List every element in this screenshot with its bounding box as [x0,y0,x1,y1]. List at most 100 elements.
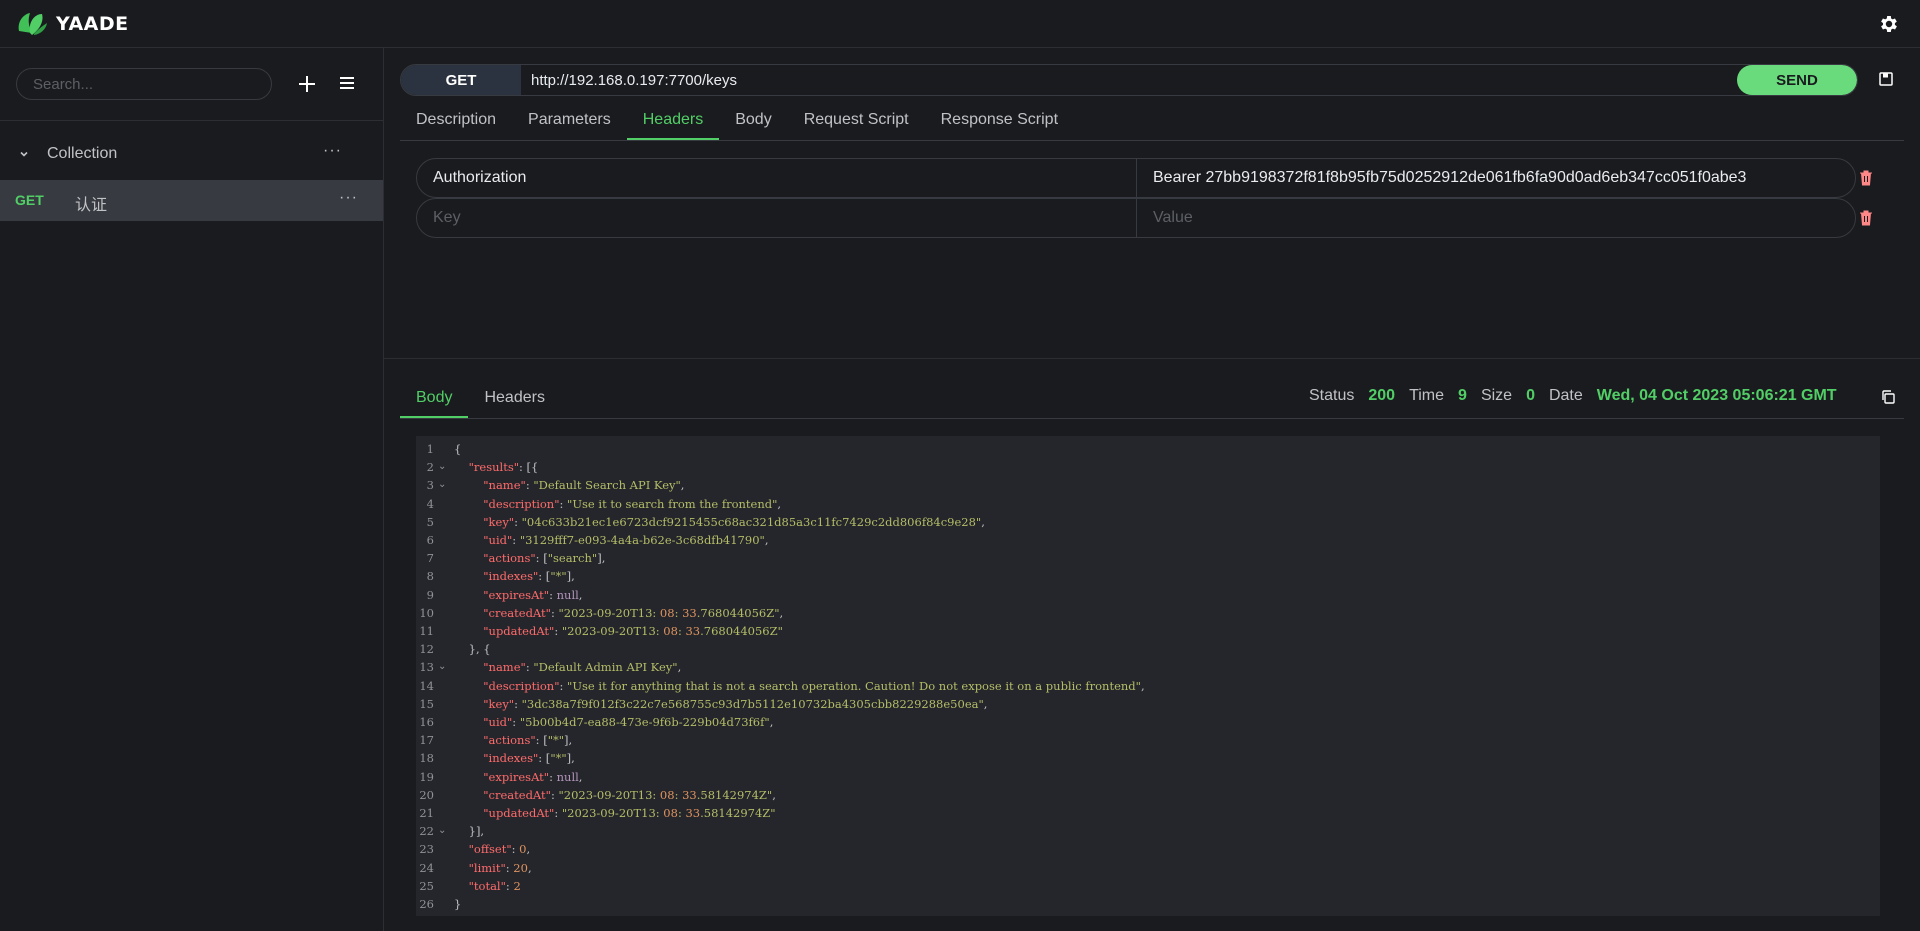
plus-icon[interactable] [296,73,318,95]
code-line: 20 "createdAt": "2023-09-20T13: 08: 33.5… [416,786,1880,804]
copy-icon[interactable] [1880,389,1896,405]
code-text: "key": "3dc38a7f9f012f3c22c7e568755c93d7… [483,696,988,711]
code-text: "actions": ["*"], [483,733,573,748]
line-number: 6 [426,533,434,547]
code-text: "expiresAt": null, [483,769,583,784]
request-method-tag: GET [15,192,44,208]
code-line: 21 "updatedAt": "2023-09-20T13: 08: 33.5… [416,804,1880,822]
top-bar: YAADE [0,0,1920,48]
collection-more-icon[interactable]: ··· [323,142,342,160]
tab-body[interactable]: Body [719,102,787,140]
code-text: "expiresAt": null, [483,587,583,602]
chevron-down-icon[interactable] [18,148,30,160]
code-line: 22 ⌄ }], [416,822,1880,840]
code-text: "results": [{ [468,460,539,475]
line-number: 8 [426,569,434,584]
line-number: 14 [419,678,434,693]
main-panel: GET SEND Description Parameters Headers … [384,48,1920,931]
code-text: { [454,442,462,456]
send-button[interactable]: SEND [1737,65,1857,95]
line-number: 25 [419,878,434,893]
code-line: 25 "total": 2 [416,877,1880,895]
size-label: Size [1480,387,1513,404]
request-response-divider [384,358,1920,359]
code-line: 9 "expiresAt": null, [416,586,1880,604]
response-tab-headers[interactable]: Headers [468,380,560,418]
line-number: 20 [419,787,434,802]
line-number: 26 [419,897,434,911]
header-row: Authorization Bearer 27bb9198372f81f8b95… [416,158,1856,198]
line-number: 7 [426,551,434,566]
line-number: 4 [426,496,434,511]
fold-chevron-icon[interactable]: ⌄ [438,458,446,476]
code-text: "name": "Default Search API Key", [483,478,685,493]
logo-icon [18,12,47,35]
tab-description[interactable]: Description [400,102,512,140]
line-number: 16 [419,715,434,729]
status-label: Status [1309,387,1355,404]
gear-icon[interactable] [1878,13,1900,35]
code-line: 3 ⌄ "name": "Default Search API Key", [416,476,1880,494]
code-text: "offset": 0, [468,842,531,857]
fold-chevron-icon[interactable]: ⌄ [438,476,446,494]
response-tabs: Body Headers [400,380,561,418]
save-icon[interactable] [1878,71,1894,87]
fold-chevron-icon[interactable]: ⌄ [438,822,446,840]
line-number: 3 [426,478,434,493]
app-name: YAADE [56,12,129,35]
line-number: 1 [426,442,434,456]
line-number: 13 [419,660,434,675]
code-text: }], [454,824,485,839]
header-value-placeholder[interactable]: Value [1136,199,1855,237]
header-key-placeholder[interactable]: Key [417,199,1136,237]
method-select[interactable]: GET [401,65,521,95]
code-line: 4 "description": "Use it to search from … [416,495,1880,513]
response-tab-body[interactable]: Body [400,380,469,418]
sidebar-divider [0,120,383,121]
line-number: 18 [419,751,434,766]
header-key-field[interactable]: Authorization [417,159,1136,197]
code-text: "name": "Default Admin API Key", [483,660,682,675]
code-text: "indexes": ["*"], [483,569,575,584]
date-value: Wed, 04 Oct 2023 05:06:21 GMT [1596,387,1837,404]
url-bar: GET SEND [400,64,1858,96]
status-value: 200 [1368,387,1396,404]
line-number: 9 [426,587,434,602]
line-number: 2 [426,460,434,475]
code-line: 6 "uid": "3129fff7-e093-4a4a-b62e-3c68df… [416,531,1880,549]
fold-chevron-icon[interactable]: ⌄ [438,658,446,676]
tab-response-script[interactable]: Response Script [925,102,1074,140]
code-text: }, { [454,642,491,657]
response-status-bar: Status 200 Time 9 Size 0 Date Wed, 04 Oc… [1309,386,1851,406]
code-text: "indexes": ["*"], [483,751,575,766]
line-number: 15 [419,696,434,711]
menu-icon[interactable] [337,73,357,93]
response-body-editor[interactable]: 1{2 ⌄ "results": [{3 ⌄ "name": "Default Se… [416,436,1880,916]
line-number: 12 [419,642,434,657]
tab-parameters[interactable]: Parameters [512,102,627,140]
collection-item[interactable]: Collection ··· [0,136,383,172]
code-line: 10 "createdAt": "2023-09-20T13: 08: 33.7… [416,604,1880,622]
time-value: 9 [1458,387,1467,404]
code-text: "actions": ["search"], [483,551,606,566]
code-text: "key": "04c633b21ec1e6723dcf9215455c68ac… [483,514,985,529]
request-more-icon[interactable]: ··· [339,189,358,207]
search-input[interactable] [16,68,272,100]
size-value: 0 [1526,387,1535,404]
tab-headers[interactable]: Headers [626,102,720,140]
url-input[interactable] [521,65,1737,95]
sidebar-request-item[interactable]: GET 认证 ··· [0,180,383,221]
tab-request-script[interactable]: Request Script [788,102,925,140]
trash-icon[interactable] [1858,169,1874,187]
code-line: 1{ [416,440,1880,458]
code-line: 19 "expiresAt": null, [416,768,1880,786]
header-value-field[interactable]: Bearer 27bb9198372f81f8b95fb75d0252912de… [1136,159,1855,197]
date-label: Date [1548,387,1583,404]
code-line: 13 ⌄ "name": "Default Admin API Key", [416,658,1880,676]
code-line: 12 }, { [416,640,1880,658]
code-line: 15 "key": "3dc38a7f9f012f3c22c7e568755c9… [416,695,1880,713]
code-line: 11 "updatedAt": "2023-09-20T13: 08: 33.7… [416,622,1880,640]
code-text: "createdAt": "2023-09-20T13: 08: 33.5814… [483,787,776,802]
trash-icon[interactable] [1858,209,1874,227]
line-number: 17 [419,733,434,748]
